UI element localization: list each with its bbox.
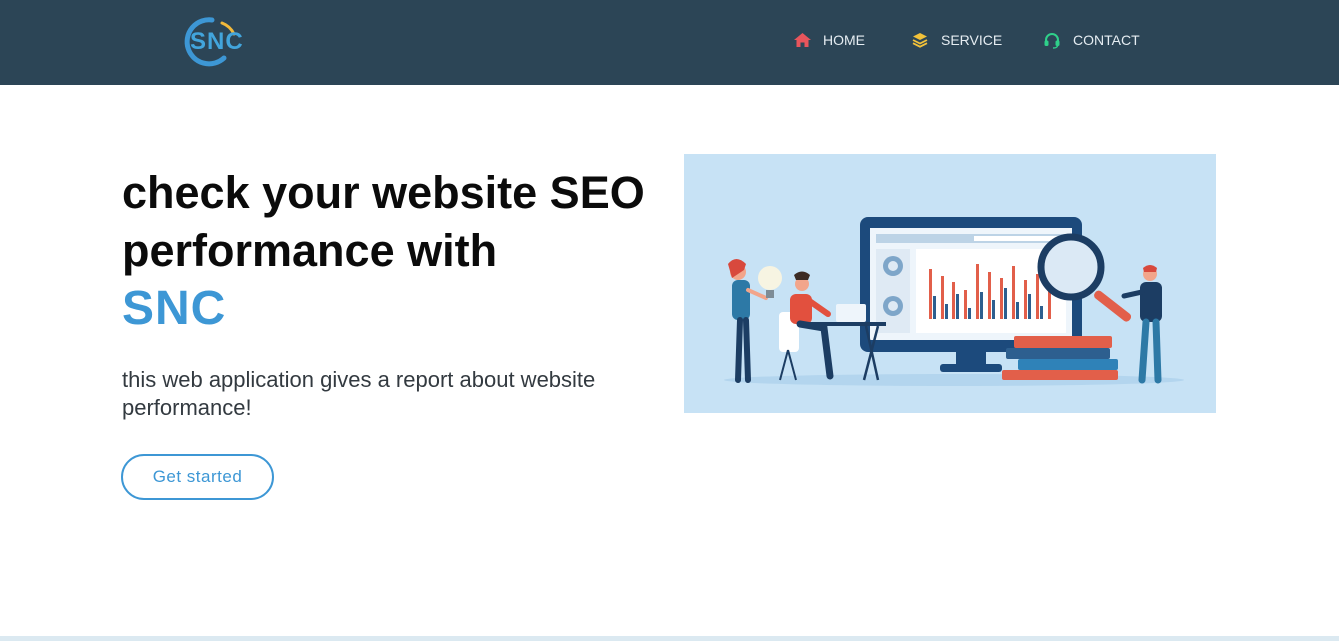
- nav-service[interactable]: SERVICE: [910, 29, 1002, 51]
- seo-analytics-illustration-icon: [724, 217, 1184, 386]
- navbar: SNC HOME SERVICE CONTACT: [0, 0, 1339, 85]
- snc-logo[interactable]: SNC: [176, 14, 258, 68]
- hero-subtitle: this web application gives a report abou…: [122, 367, 596, 420]
- nav-contact-label: CONTACT: [1073, 32, 1140, 48]
- logo-text: SNC: [190, 28, 244, 55]
- nav-home[interactable]: HOME: [792, 29, 865, 51]
- hero-brand: SNC: [122, 282, 227, 335]
- seo-illustration: [684, 154, 1216, 413]
- get-started-button[interactable]: Get started: [121, 454, 274, 500]
- layers-icon: [910, 31, 930, 49]
- section-divider: [0, 636, 1339, 641]
- headset-icon: [1042, 31, 1062, 49]
- hero-title: check your website SEO performance with: [122, 167, 645, 276]
- home-icon: [792, 31, 812, 49]
- nav-service-label: SERVICE: [941, 32, 1003, 48]
- nav-home-label: HOME: [823, 32, 865, 48]
- nav-contact[interactable]: CONTACT: [1042, 29, 1140, 51]
